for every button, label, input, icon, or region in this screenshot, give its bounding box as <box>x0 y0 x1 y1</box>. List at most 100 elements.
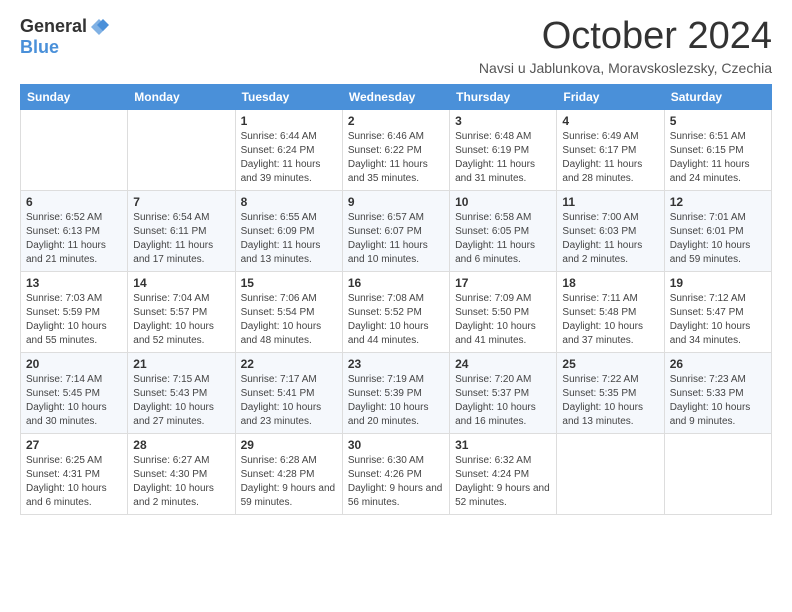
day-number: 3 <box>455 114 551 128</box>
calendar-week-row: 13 Sunrise: 7:03 AM Sunset: 5:59 PM Dayli… <box>21 271 772 352</box>
table-row <box>664 433 771 514</box>
day-number: 18 <box>562 276 658 290</box>
day-info: Sunrise: 7:00 AM Sunset: 6:03 PM Dayligh… <box>562 211 658 267</box>
table-row: 17Sunrise: 7:09 AM Sunset: 5:50 PM Dayli… <box>450 271 557 352</box>
table-row: 12 Sunrise: 7:01 AM Sunset: 6:01 PM Dayli… <box>664 190 771 271</box>
day-number: 27 <box>26 438 122 452</box>
table-row: 25Sunrise: 7:22 AM Sunset: 5:35 PM Dayli… <box>557 352 664 433</box>
day-number: 16 <box>348 276 444 290</box>
table-row: 3 Sunrise: 6:48 AM Sunset: 6:19 PM Daylig… <box>450 109 557 190</box>
day-info: Sunrise: 6:44 AM Sunset: 6:24 PM Dayligh… <box>241 130 337 186</box>
day-number: 26 <box>670 357 766 371</box>
main-container: General Blue October 2024 Navsi u Jablun… <box>0 0 792 531</box>
table-row: 31 Sunrise: 6:32 AM Sunset: 4:24 PM Dayli… <box>450 433 557 514</box>
day-number: 28 <box>133 438 229 452</box>
table-row: 16 Sunrise: 7:08 AM Sunset: 5:52 PM Dayli… <box>342 271 449 352</box>
calendar-table: Sunday Monday Tuesday Wednesday Thursday… <box>20 84 772 515</box>
day-info: Sunrise: 6:58 AM Sunset: 6:05 PM Dayligh… <box>455 211 551 267</box>
day-number: 15 <box>241 276 337 290</box>
day-info: Sunrise: 6:48 AM Sunset: 6:19 PM Dayligh… <box>455 130 551 186</box>
day-number: 21 <box>133 357 229 371</box>
day-info: Sunrise: 7:19 AM Sunset: 5:39 PM Dayligh… <box>348 373 444 429</box>
col-sunday: Sunday <box>21 84 128 109</box>
col-thursday: Thursday <box>450 84 557 109</box>
day-number: 24 <box>455 357 551 371</box>
table-row: 30 Sunrise: 6:30 AM Sunset: 4:26 PM Dayli… <box>342 433 449 514</box>
table-row <box>21 109 128 190</box>
location-title: Navsi u Jablunkova, Moravskoslezsky, Cze… <box>479 60 772 76</box>
title-section: October 2024 Navsi u Jablunkova, Moravsk… <box>479 16 772 76</box>
day-number: 5 <box>670 114 766 128</box>
table-row: 22 Sunrise: 7:17 AM Sunset: 5:41 PM Dayli… <box>235 352 342 433</box>
day-number: 12 <box>670 195 766 209</box>
calendar-week-row: 6 Sunrise: 6:52 AM Sunset: 6:13 PM Daylig… <box>21 190 772 271</box>
day-info: Sunrise: 7:22 AM Sunset: 5:35 PM Dayligh… <box>562 373 658 429</box>
day-number: 7 <box>133 195 229 209</box>
table-row: 29Sunrise: 6:28 AM Sunset: 4:28 PM Dayli… <box>235 433 342 514</box>
day-number: 8 <box>241 195 337 209</box>
calendar-week-row: 27 Sunrise: 6:25 AM Sunset: 4:31 PM Dayli… <box>21 433 772 514</box>
day-number: 19 <box>670 276 766 290</box>
table-row: 11 Sunrise: 7:00 AM Sunset: 6:03 PM Dayli… <box>557 190 664 271</box>
table-row: 27 Sunrise: 6:25 AM Sunset: 4:31 PM Dayli… <box>21 433 128 514</box>
calendar-week-row: 20Sunrise: 7:14 AM Sunset: 5:45 PM Dayli… <box>21 352 772 433</box>
day-info: Sunrise: 6:49 AM Sunset: 6:17 PM Dayligh… <box>562 130 658 186</box>
table-row: 21 Sunrise: 7:15 AM Sunset: 5:43 PM Dayli… <box>128 352 235 433</box>
day-number: 31 <box>455 438 551 452</box>
col-saturday: Saturday <box>664 84 771 109</box>
day-info: Sunrise: 6:32 AM Sunset: 4:24 PM Dayligh… <box>455 454 551 510</box>
day-number: 1 <box>241 114 337 128</box>
day-info: Sunrise: 6:51 AM Sunset: 6:15 PM Dayligh… <box>670 130 766 186</box>
table-row: 19Sunrise: 7:12 AM Sunset: 5:47 PM Dayli… <box>664 271 771 352</box>
day-number: 10 <box>455 195 551 209</box>
page-header: General Blue October 2024 Navsi u Jablun… <box>20 16 772 76</box>
logo: General Blue <box>20 16 109 58</box>
table-row: 1 Sunrise: 6:44 AM Sunset: 6:24 PM Daylig… <box>235 109 342 190</box>
day-info: Sunrise: 7:06 AM Sunset: 5:54 PM Dayligh… <box>241 292 337 348</box>
day-info: Sunrise: 7:23 AM Sunset: 5:33 PM Dayligh… <box>670 373 766 429</box>
day-info: Sunrise: 6:57 AM Sunset: 6:07 PM Dayligh… <box>348 211 444 267</box>
day-info: Sunrise: 7:17 AM Sunset: 5:41 PM Dayligh… <box>241 373 337 429</box>
day-number: 6 <box>26 195 122 209</box>
table-row: 4 Sunrise: 6:49 AM Sunset: 6:17 PM Daylig… <box>557 109 664 190</box>
table-row <box>557 433 664 514</box>
day-number: 13 <box>26 276 122 290</box>
table-row: 15 Sunrise: 7:06 AM Sunset: 5:54 PM Dayli… <box>235 271 342 352</box>
table-row: 14Sunrise: 7:04 AM Sunset: 5:57 PM Dayli… <box>128 271 235 352</box>
table-row: 18 Sunrise: 7:11 AM Sunset: 5:48 PM Dayli… <box>557 271 664 352</box>
day-number: 11 <box>562 195 658 209</box>
day-info: Sunrise: 6:46 AM Sunset: 6:22 PM Dayligh… <box>348 130 444 186</box>
day-info: Sunrise: 6:30 AM Sunset: 4:26 PM Dayligh… <box>348 454 444 510</box>
day-info: Sunrise: 7:11 AM Sunset: 5:48 PM Dayligh… <box>562 292 658 348</box>
day-number: 30 <box>348 438 444 452</box>
logo-icon <box>89 17 109 37</box>
table-row: 23Sunrise: 7:19 AM Sunset: 5:39 PM Dayli… <box>342 352 449 433</box>
day-info: Sunrise: 7:15 AM Sunset: 5:43 PM Dayligh… <box>133 373 229 429</box>
col-tuesday: Tuesday <box>235 84 342 109</box>
month-title: October 2024 <box>479 16 772 58</box>
day-info: Sunrise: 7:14 AM Sunset: 5:45 PM Dayligh… <box>26 373 122 429</box>
table-row: 7Sunrise: 6:54 AM Sunset: 6:11 PM Daylig… <box>128 190 235 271</box>
table-row: 8Sunrise: 6:55 AM Sunset: 6:09 PM Daylig… <box>235 190 342 271</box>
logo-general-text: General <box>20 16 87 37</box>
day-info: Sunrise: 7:08 AM Sunset: 5:52 PM Dayligh… <box>348 292 444 348</box>
day-number: 14 <box>133 276 229 290</box>
table-row: 26 Sunrise: 7:23 AM Sunset: 5:33 PM Dayli… <box>664 352 771 433</box>
day-info: Sunrise: 7:03 AM Sunset: 5:59 PM Dayligh… <box>26 292 122 348</box>
day-number: 4 <box>562 114 658 128</box>
col-friday: Friday <box>557 84 664 109</box>
table-row: 24 Sunrise: 7:20 AM Sunset: 5:37 PM Dayli… <box>450 352 557 433</box>
table-row: 6 Sunrise: 6:52 AM Sunset: 6:13 PM Daylig… <box>21 190 128 271</box>
day-info: Sunrise: 6:27 AM Sunset: 4:30 PM Dayligh… <box>133 454 229 510</box>
day-number: 22 <box>241 357 337 371</box>
day-number: 29 <box>241 438 337 452</box>
day-info: Sunrise: 6:52 AM Sunset: 6:13 PM Dayligh… <box>26 211 122 267</box>
day-info: Sunrise: 6:25 AM Sunset: 4:31 PM Dayligh… <box>26 454 122 510</box>
table-row: 2Sunrise: 6:46 AM Sunset: 6:22 PM Daylig… <box>342 109 449 190</box>
col-monday: Monday <box>128 84 235 109</box>
table-row: 10 Sunrise: 6:58 AM Sunset: 6:05 PM Dayli… <box>450 190 557 271</box>
table-row: 13 Sunrise: 7:03 AM Sunset: 5:59 PM Dayli… <box>21 271 128 352</box>
day-info: Sunrise: 7:01 AM Sunset: 6:01 PM Dayligh… <box>670 211 766 267</box>
day-number: 17 <box>455 276 551 290</box>
day-info: Sunrise: 7:20 AM Sunset: 5:37 PM Dayligh… <box>455 373 551 429</box>
